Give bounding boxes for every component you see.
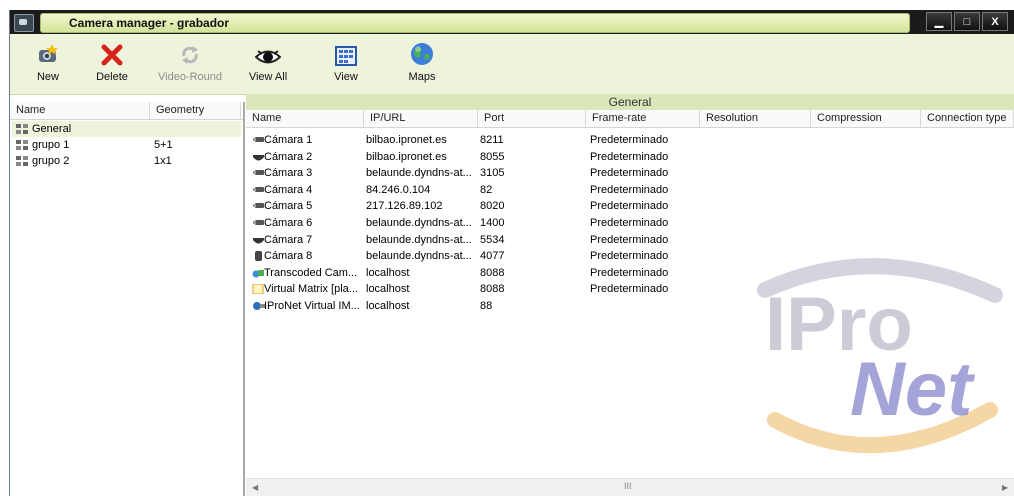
- col-connection-type[interactable]: Connection type: [921, 110, 1014, 127]
- horizontal-scrollbar[interactable]: ◀ III ▶: [246, 478, 1014, 496]
- camera-name: Cámara 8: [264, 250, 313, 263]
- camera-ip-url: 84.246.0.104: [366, 183, 431, 196]
- camera-name: Cámara 1: [264, 134, 313, 146]
- new-label: New: [36, 71, 59, 83]
- camera-frame-rate: Predeterminado: [590, 150, 669, 163]
- col-port[interactable]: Port: [478, 110, 586, 127]
- camera-port: 8088: [480, 283, 505, 296]
- camera-name: Cámara 5: [264, 200, 313, 213]
- video-round-icon: [182, 46, 198, 64]
- app-icon[interactable]: [14, 14, 34, 32]
- camera-frame-rate: Predeterminado: [590, 183, 669, 196]
- camera-ip-url: belaunde.dyndns-at...: [366, 167, 472, 180]
- header-divider: [246, 127, 1014, 128]
- camera-port: 5534: [480, 233, 505, 246]
- group-name: grupo 1: [32, 139, 70, 151]
- new-button[interactable]: New: [16, 40, 80, 83]
- group-name: grupo 2: [32, 155, 70, 167]
- camera-port: 1400: [480, 217, 505, 229]
- camera-frame-rate: Predeterminado: [590, 217, 669, 229]
- logo-text-net: Net: [850, 347, 975, 432]
- camera-port: 8020: [480, 200, 505, 213]
- header-divider: [10, 119, 243, 120]
- camera-ip-url: localhost: [366, 300, 410, 312]
- camera-name: IProNet Virtual IM...: [264, 300, 360, 312]
- section-header: General: [246, 94, 1014, 110]
- camera-name: Cámara 6: [264, 217, 313, 229]
- view-label: View: [334, 71, 358, 83]
- camera-name: Cámara 2: [264, 150, 313, 163]
- camera-manager-window: Camera manager - grabador ▁ □ X New Dele…: [9, 10, 1014, 496]
- ipronet-logo: IPro Net: [757, 258, 1003, 454]
- camera-name: Cámara 4: [264, 183, 313, 196]
- new-camera-icon: [39, 44, 58, 62]
- window-controls: ▁ □ X: [926, 12, 1008, 31]
- grid-view-icon: [335, 46, 357, 66]
- camera-ip-url: belaunde.dyndns-at...: [366, 217, 472, 229]
- view-button[interactable]: View: [314, 40, 378, 83]
- title-pill: Camera manager - grabador: [40, 13, 910, 33]
- camera-frame-rate: Predeterminado: [590, 233, 669, 246]
- col-resolution[interactable]: Resolution: [700, 110, 811, 127]
- toolbar: New Delete Video-Round View All View Map…: [10, 34, 1014, 95]
- video-round-label: Video-Round: [158, 71, 223, 83]
- group-name: General: [32, 123, 72, 135]
- delete-button[interactable]: Delete: [80, 40, 144, 83]
- camera-port: 88: [480, 300, 493, 312]
- camera-port: 82: [480, 183, 493, 196]
- camera-port: 8055: [480, 150, 505, 163]
- group-icon: [16, 124, 28, 134]
- group-icon: [16, 156, 28, 166]
- left-col-geometry[interactable]: Geometry: [150, 102, 241, 119]
- camera-name: Transcoded Cam...: [264, 266, 358, 279]
- maps-button[interactable]: Maps: [390, 40, 454, 83]
- title-bar: Camera manager - grabador ▁ □ X: [10, 10, 1014, 34]
- camera-name: Virtual Matrix [pla...: [264, 283, 358, 296]
- maximize-button[interactable]: □: [954, 12, 980, 31]
- camera-port: 3105: [480, 167, 505, 180]
- col-frame-rate[interactable]: Frame-rate: [586, 110, 700, 127]
- group-list-pane: Name Geometry General grupo 1 5+1 grupo …: [10, 102, 245, 496]
- camera-frame-rate: Predeterminado: [590, 283, 669, 296]
- camera-name: Cámara 3: [264, 167, 313, 180]
- camera-frame-rate: Predeterminado: [590, 250, 669, 263]
- video-round-button[interactable]: Video-Round: [158, 40, 222, 83]
- camera-frame-rate: Predeterminado: [590, 134, 669, 146]
- left-col-name[interactable]: Name: [10, 102, 150, 119]
- camera-ip-url: localhost: [366, 266, 410, 279]
- group-geometry: 5+1: [154, 139, 173, 151]
- close-button[interactable]: X: [982, 12, 1008, 31]
- camera-ip-url: belaunde.dyndns-at...: [366, 233, 472, 246]
- delete-label: Delete: [96, 71, 128, 83]
- globe-icon: [411, 43, 433, 65]
- eye-icon: [255, 50, 281, 64]
- scroll-right-arrow[interactable]: ▶: [1002, 483, 1008, 492]
- camera-ip-url: bilbao.ipronet.es: [366, 134, 447, 146]
- camera-frame-rate: Predeterminado: [590, 167, 669, 180]
- maps-label: Maps: [408, 71, 436, 83]
- group-geometry: 1x1: [154, 155, 172, 167]
- window-title: Camera manager - grabador: [69, 16, 230, 30]
- col-compression[interactable]: Compression: [811, 110, 921, 127]
- delete-x-icon: [101, 44, 123, 66]
- camera-ip-url: belaunde.dyndns-at...: [366, 250, 472, 263]
- camera-ip-url: 217.126.89.102: [366, 200, 443, 213]
- camera-name: Cámara 7: [264, 233, 313, 246]
- camera-frame-rate: Predeterminado: [590, 266, 669, 279]
- camera-port: 8088: [480, 266, 505, 279]
- camera-ip-url: bilbao.ipronet.es: [366, 150, 447, 163]
- scroll-left-arrow[interactable]: ◀: [252, 483, 258, 492]
- view-all-button[interactable]: View All: [236, 40, 300, 83]
- camera-frame-rate: Predeterminado: [590, 200, 669, 213]
- scroll-thumb-grip[interactable]: III: [624, 481, 632, 491]
- camera-port: 4077: [480, 250, 505, 263]
- col-ip-url[interactable]: IP/URL: [364, 110, 478, 127]
- camera-port: 8211: [480, 134, 504, 146]
- minimize-button[interactable]: ▁: [926, 12, 952, 31]
- view-all-label: View All: [248, 71, 288, 83]
- col-name[interactable]: Name: [246, 110, 364, 127]
- group-icon: [16, 140, 28, 150]
- camera-ip-url: localhost: [366, 283, 410, 296]
